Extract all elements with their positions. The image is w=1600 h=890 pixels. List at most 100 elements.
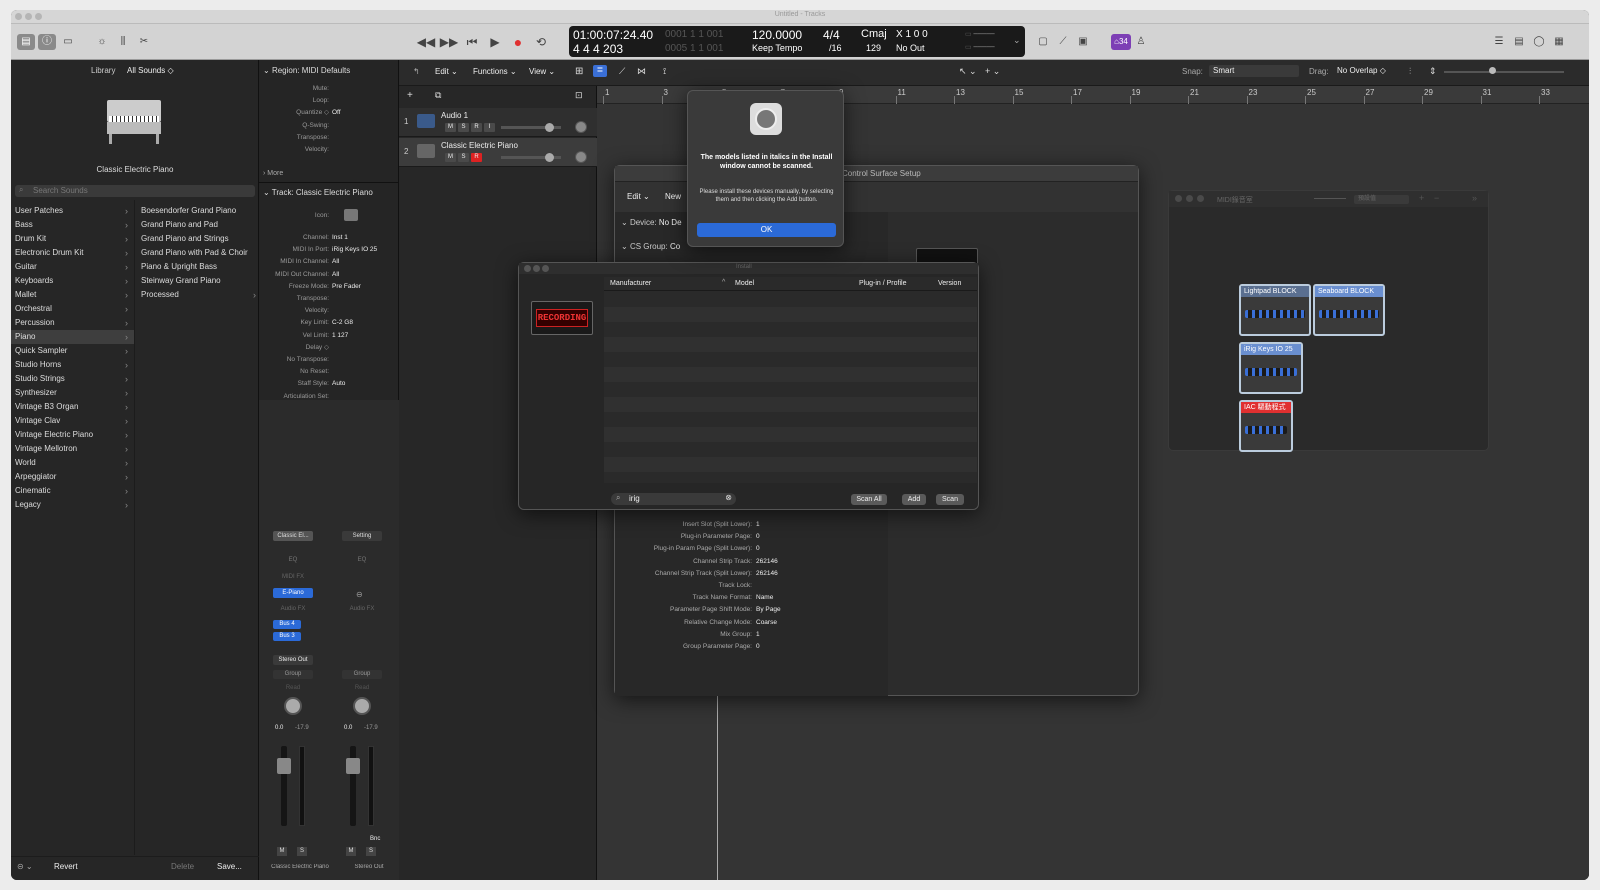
solo-button[interactable]: S — [366, 847, 376, 856]
cs-param-value[interactable]: 262146 — [756, 558, 778, 565]
more-toggle[interactable]: › More — [263, 170, 283, 177]
count-in-badge[interactable]: ⌂34 — [1111, 34, 1131, 50]
cs-param-value[interactable]: 1 — [756, 631, 760, 638]
save-button[interactable]: Save... — [217, 862, 242, 871]
param-value[interactable]: iRig Keys IO 25 — [332, 245, 377, 255]
midi-device[interactable]: iRig Keys IO 25 — [1239, 342, 1303, 394]
snap-select[interactable]: Smart — [1209, 65, 1299, 77]
param-value[interactable]: C-2 G8 — [332, 318, 353, 328]
category-item[interactable]: Vintage Electric Piano › — [11, 428, 134, 442]
cs-param-value[interactable]: 262146 — [756, 570, 778, 577]
grid-view-icon[interactable]: ⊞ — [575, 66, 583, 77]
patch-item[interactable]: Boesendorfer Grand Piano — [141, 204, 259, 218]
track-s-button[interactable]: S — [458, 123, 469, 132]
group-slot[interactable]: Group — [273, 670, 313, 679]
rewind-icon[interactable]: ◀◀ — [416, 34, 436, 50]
drag-select[interactable]: No Overlap ◇ — [1337, 65, 1392, 77]
cs-new-menu[interactable]: New — [665, 192, 681, 201]
add-track-icon[interactable]: + — [407, 90, 413, 101]
col-plugin[interactable]: Plug-in / Profile — [859, 280, 906, 287]
division[interactable]: /16 — [829, 43, 842, 53]
mixer-icon[interactable]: ⫼ — [114, 34, 132, 50]
scan-all-button[interactable]: Scan All — [851, 494, 887, 505]
notepad-icon[interactable]: ▤ — [1511, 34, 1527, 50]
track-i-button[interactable]: I — [484, 123, 495, 132]
pan-knob[interactable] — [284, 697, 302, 715]
category-item[interactable]: Synthesizer › — [11, 386, 134, 400]
csgroup-row[interactable]: ⌄ CS Group: Co — [621, 242, 680, 251]
replace-icon[interactable]: ▢ — [1035, 34, 1051, 50]
delete-button[interactable]: Delete — [171, 862, 194, 871]
library-selector[interactable]: All Sounds ◇ — [127, 66, 174, 75]
track-row[interactable]: 2 Classic Electric Piano M S R — [399, 138, 597, 167]
channel-name[interactable]: Setting — [342, 531, 382, 541]
install-minimize-button[interactable] — [533, 265, 540, 272]
track-row[interactable]: 1 Audio 1 MSRI — [399, 108, 597, 137]
patch-item[interactable]: Grand Piano and Strings — [141, 232, 259, 246]
eq-slot[interactable]: EQ — [342, 555, 382, 565]
zoom-slider-knob[interactable] — [1489, 67, 1496, 74]
volume-knob[interactable] — [545, 153, 554, 162]
tempo-value[interactable]: 120.0000 — [752, 28, 802, 42]
patch-item[interactable]: Piano & Upright Bass — [141, 260, 259, 274]
track-s-button[interactable]: S — [458, 153, 469, 162]
midi-preset-select[interactable]: 預設值 — [1354, 195, 1409, 204]
editors-icon[interactable]: ✂ — [135, 34, 153, 50]
cs-edit-menu[interactable]: Edit ⌄ — [627, 192, 650, 201]
param-value[interactable]: Inst 1 — [332, 233, 348, 243]
cycle-icon[interactable]: ⟲ — [531, 34, 551, 50]
midi-device[interactable]: Seaboard BLOCK — [1313, 284, 1385, 336]
param-value[interactable]: Auto — [332, 379, 345, 389]
duplicate-track-icon[interactable]: ⧉ — [435, 90, 441, 101]
vertical-zoom-icon[interactable]: ⇕ — [1429, 66, 1437, 77]
param-value[interactable]: All — [332, 257, 339, 267]
eq-slot[interactable]: EQ — [273, 555, 313, 565]
patch-item[interactable]: Processed › — [141, 288, 259, 302]
automation-mode[interactable]: Read — [273, 684, 313, 693]
toolbar-toggle-icon[interactable]: ▭ — [59, 34, 77, 50]
ok-button[interactable]: OK — [697, 223, 836, 237]
global-tracks-icon[interactable]: ⊡ — [575, 90, 583, 101]
midi-zoom-slider[interactable] — [1314, 198, 1346, 199]
midi-minimize-button[interactable] — [1186, 195, 1193, 202]
track-r-button[interactable]: R — [471, 153, 482, 162]
param-value[interactable]: Off — [332, 108, 341, 118]
midi-device[interactable]: IAC 驅動程式 — [1239, 400, 1293, 452]
pan-knob[interactable] — [353, 697, 371, 715]
time-signature[interactable]: 4/4 — [823, 28, 840, 42]
midi-close-button[interactable] — [1175, 195, 1182, 202]
volume-knob[interactable] — [545, 123, 554, 132]
volume-fader[interactable] — [346, 758, 360, 774]
cs-param-value[interactable]: 1 — [756, 521, 760, 528]
install-close-button[interactable] — [524, 265, 531, 272]
midi-zoom-button[interactable] — [1197, 195, 1204, 202]
go-to-start-icon[interactable]: ⏮ — [462, 34, 482, 50]
col-model[interactable]: Model — [735, 280, 754, 287]
functions-menu[interactable]: Functions ⌄ — [473, 67, 517, 76]
midi-device[interactable]: Lightpad BLOCK — [1239, 284, 1311, 336]
send-2[interactable]: Bus 3 — [273, 632, 301, 641]
track-header[interactable]: ⌄ Track: Classic Electric Piano — [263, 188, 373, 197]
add-device-icon[interactable]: + — [1419, 193, 1424, 203]
send-1[interactable]: Bus 4 — [273, 620, 301, 629]
patch-item[interactable]: Grand Piano and Pad — [141, 218, 259, 232]
install-zoom-button[interactable] — [542, 265, 549, 272]
volume-fader[interactable] — [277, 758, 291, 774]
browsers-icon[interactable]: ▦ — [1551, 34, 1567, 50]
cs-param-value[interactable]: Name — [756, 594, 773, 601]
metronome-icon[interactable]: ♙ — [1133, 34, 1149, 50]
key-signature[interactable]: Cmaj — [861, 28, 887, 40]
category-item[interactable]: World › — [11, 456, 134, 470]
track-m-button[interactable]: M — [445, 123, 456, 132]
add-tool-icon[interactable]: + ⌄ — [985, 66, 1000, 77]
edit-menu[interactable]: Edit ⌄ — [435, 67, 458, 76]
category-item[interactable]: Drum Kit › — [11, 232, 134, 246]
col-version[interactable]: Version — [938, 280, 961, 287]
mute-button[interactable]: M — [277, 847, 287, 856]
cs-param-value[interactable]: 0 — [756, 545, 760, 552]
track-m-button[interactable]: M — [445, 153, 456, 162]
group-slot[interactable]: Group — [342, 670, 382, 679]
category-item[interactable]: Guitar › — [11, 260, 134, 274]
list-view-icon[interactable]: ≣ — [593, 65, 607, 77]
fast-forward-icon[interactable]: ▶▶ — [439, 34, 459, 50]
